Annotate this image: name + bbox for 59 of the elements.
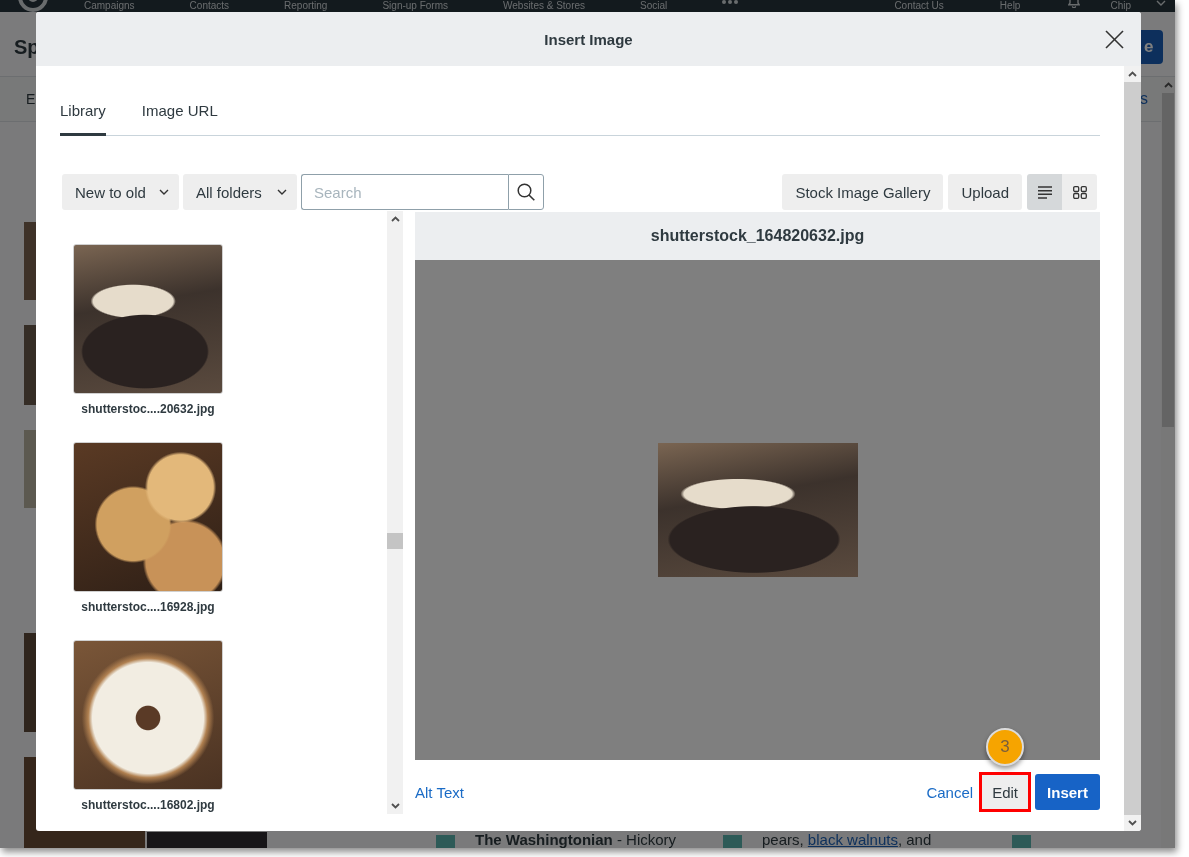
square-icon <box>1012 835 1031 848</box>
chevron-down-icon <box>159 189 169 195</box>
close-button[interactable] <box>1105 30 1124 49</box>
photo-placeholder[interactable] <box>73 442 223 592</box>
nav-link[interactable]: Contacts <box>189 0 230 12</box>
dialog-title: Insert Image <box>544 30 633 48</box>
scrollbar-thumb[interactable] <box>1162 93 1174 427</box>
image-caption: shutterstoc....16928.jpg <box>81 599 215 615</box>
user-menu[interactable]: Chip <box>1110 0 1131 12</box>
view-toggle[interactable] <box>1062 174 1097 210</box>
square-icon <box>436 835 455 848</box>
scrollbar[interactable] <box>387 211 403 814</box>
sort-dropdown[interactable]: New to old <box>62 174 179 210</box>
grid-view-icon <box>1072 185 1087 199</box>
folder-dropdown[interactable]: All folders <box>183 174 297 210</box>
nav-link[interactable]: Contact Us <box>894 0 944 12</box>
caret-up-icon[interactable] <box>1163 82 1173 88</box>
list-view-icon <box>1037 185 1052 199</box>
scrollbar-thumb[interactable] <box>387 533 403 549</box>
alt-text-link[interactable]: Alt Text <box>415 783 464 801</box>
insert-button[interactable]: Insert <box>1035 774 1100 810</box>
logo-icon[interactable] <box>16 0 50 12</box>
nav-link[interactable]: Websites & Stores <box>503 0 586 12</box>
article-link[interactable]: black walnuts <box>807 831 898 848</box>
caret-down-icon[interactable] <box>390 803 400 809</box>
nav-link[interactable]: Social <box>640 0 668 12</box>
image-caption: shutterstoc....20632.jpg <box>81 401 215 417</box>
page-link[interactable]: s <box>1140 90 1148 108</box>
chevron-down-icon <box>277 189 287 195</box>
toolbar-button[interactable]: Stock Image Gallery <box>782 174 944 210</box>
nav-link[interactable]: Campaigns <box>84 0 135 12</box>
nav-link[interactable]: Sign-up Forms <box>382 0 448 12</box>
tab[interactable]: Image URL <box>141 90 218 136</box>
page-tab[interactable]: E <box>26 91 36 107</box>
nav-link[interactable]: Reporting <box>284 0 328 12</box>
caret-up-icon[interactable] <box>1128 71 1137 77</box>
tab[interactable]: Library <box>60 90 106 136</box>
cancel-link[interactable]: Cancel <box>926 783 974 801</box>
search-icon <box>517 183 535 201</box>
more-icon[interactable] <box>722 0 739 4</box>
square-icon <box>723 835 742 848</box>
image-caption: shutterstoc....16802.jpg <box>81 797 215 813</box>
photo-placeholder[interactable] <box>73 244 223 394</box>
caret-up-icon[interactable] <box>390 216 400 222</box>
search-field[interactable]: Search <box>301 174 508 210</box>
chevron-down-icon <box>1156 0 1166 6</box>
nav-link[interactable]: Help <box>999 0 1021 12</box>
close-icon <box>1105 30 1124 49</box>
view-toggle[interactable] <box>1027 174 1062 210</box>
toolbar-button[interactable]: Upload <box>948 174 1022 210</box>
search-button[interactable] <box>508 174 544 210</box>
edit-button[interactable]: Edit <box>982 775 1028 809</box>
bell-icon[interactable] <box>1068 0 1081 8</box>
header-button[interactable]: e <box>1141 30 1163 64</box>
caret-down-icon[interactable] <box>1128 820 1137 826</box>
preview-filename: shutterstock_164820632.jpg <box>650 227 865 245</box>
article-text: pears, black walnuts, and <box>762 832 933 848</box>
article-text: The Washingtonian - Hickory <box>475 832 678 848</box>
photo-placeholder[interactable] <box>73 640 223 790</box>
